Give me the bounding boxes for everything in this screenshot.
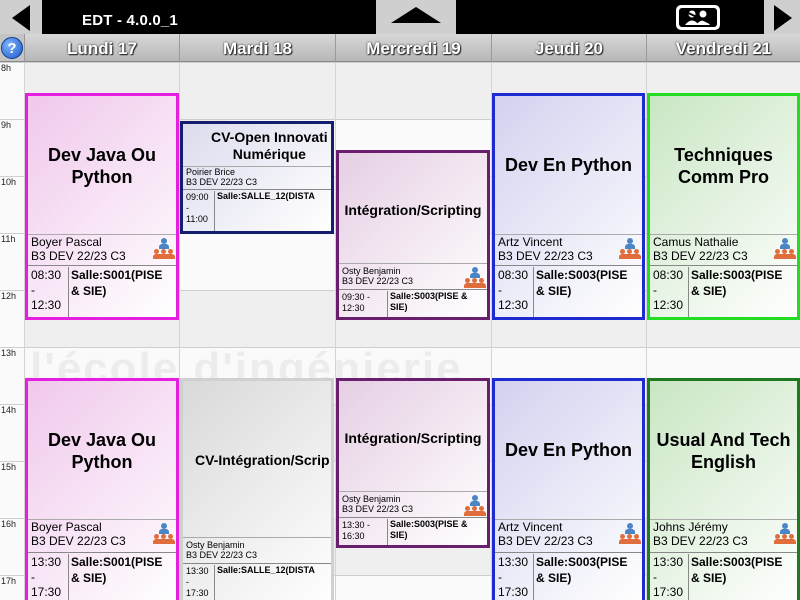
event-slot: 08:30 - 12:30 Salle:S001(PISE & SIE)	[28, 265, 176, 317]
event-room: Salle:S003(PISE & SIE)	[533, 554, 642, 600]
event-room: Salle:S003(PISE & SIE)	[533, 267, 642, 317]
day-header-monday[interactable]: Lundi 17	[24, 34, 179, 61]
event-time: 08:30 - 12:30	[498, 268, 529, 312]
top-toolbar: EDT - 4.0.0_1	[0, 0, 800, 34]
event-time: 09:30 - 12:30	[342, 292, 371, 313]
event-title: CV-Open Innovati Numérique	[183, 129, 331, 163]
hour-label: 16h	[1, 519, 17, 529]
day-header-thursday[interactable]: Jeudi 20	[491, 34, 646, 61]
hour-label: 17h	[1, 576, 17, 586]
event-title: Dev En Python	[504, 155, 633, 175]
event-time: 09:00 - 11:00	[186, 192, 209, 224]
event-card[interactable]: Intégration/Scripting Osty Benjamin B3 D…	[336, 378, 490, 548]
hour-label: 9h	[1, 120, 12, 130]
group-people-icon	[153, 523, 175, 545]
event-card[interactable]: Dev En Python Artz Vincent B3 DEV 22/23 …	[492, 378, 645, 600]
event-room: Salle:SALLE_12(DISTA	[214, 191, 331, 231]
event-card[interactable]: Techniques Comm Pro Camus Nathalie B3 DE…	[647, 93, 800, 320]
group-people-icon	[619, 238, 641, 260]
event-card[interactable]: Usual And Tech English Johns Jérémy B3 D…	[647, 378, 800, 600]
event-title: CV-Intégration/Scrip	[195, 452, 330, 468]
event-slot: 09:30 - 12:30 Salle:S003(PISE & SIE)	[339, 289, 487, 317]
timetable-app: EDT - 4.0.0_1 ? Lundi 17 Mardi 18 Mercre…	[0, 0, 800, 600]
event-time: 08:30 - 12:30	[653, 268, 684, 312]
event-time: 13:30 - 17:30	[653, 555, 684, 599]
day-header: ? Lundi 17 Mardi 18 Mercredi 19 Jeudi 20…	[0, 34, 800, 62]
event-title: Dev En Python	[504, 440, 633, 460]
help-button[interactable]: ?	[1, 37, 23, 59]
event-time: 13:30 - 17:30	[498, 555, 529, 599]
collapse-button[interactable]	[376, 0, 456, 34]
event-title: Dev Java Ou Python	[47, 430, 157, 472]
group-people-icon	[464, 267, 486, 289]
event-time: 13:30 - 16:30	[342, 520, 371, 541]
group-people-icon	[774, 238, 796, 260]
previous-week-button[interactable]	[0, 0, 42, 34]
hour-label: 11h	[1, 234, 16, 244]
event-room: Salle:S001(PISE & SIE)	[68, 267, 176, 317]
event-teacher: Osty Benjamin	[186, 540, 245, 550]
event-card[interactable]: CV-Open Innovati Numérique Poirier Brice…	[180, 121, 334, 234]
event-card[interactable]: Dev Java Ou Python Boyer Pascal B3 DEV 2…	[25, 93, 179, 320]
day-header-friday[interactable]: Vendredi 21	[646, 34, 800, 61]
event-time: 13:30 - 17:30	[31, 555, 62, 599]
hour-label: 8h	[1, 63, 12, 73]
event-title: Usual And Tech English	[656, 430, 791, 472]
event-card[interactable]: CV-Intégration/Scrip Osty Benjamin B3 DE…	[180, 378, 334, 600]
event-group: B3 DEV 22/23 C3	[186, 550, 258, 560]
event-slot: 08:30 - 12:30 Salle:S003(PISE & SIE)	[495, 265, 642, 317]
event-room: Salle:S001(PISE & SIE)	[68, 554, 176, 600]
event-card[interactable]: Dev En Python Artz Vincent B3 DEV 22/23 …	[492, 93, 645, 320]
event-title: Techniques Comm Pro	[674, 145, 773, 187]
hour-label: 13h	[1, 348, 17, 358]
event-slot: 13:30 - 17:30 Salle:SALLE_12(DISTA	[183, 563, 331, 600]
hour-line	[0, 62, 800, 63]
hour-line	[0, 347, 800, 348]
event-room: Salle:S003(PISE & SIE)	[387, 291, 487, 317]
event-info: Poirier Brice B3 DEV 22/23 C3	[183, 166, 331, 190]
next-week-button[interactable]	[764, 0, 800, 34]
event-room: Salle:S003(PISE & SIE)	[688, 554, 797, 600]
hour-label: 15h	[1, 462, 17, 472]
event-slot: 09:00 - 11:00 Salle:SALLE_12(DISTA	[183, 189, 331, 231]
group-people-icon	[464, 495, 486, 517]
event-card[interactable]: Intégration/Scripting Osty Benjamin B3 D…	[336, 150, 490, 320]
group-people-icon	[153, 238, 175, 260]
day-header-wednesday[interactable]: Mercredi 19	[335, 34, 491, 61]
event-title: Dev Java Ou Python	[47, 145, 157, 187]
event-slot: 13:30 - 17:30 Salle:S003(PISE & SIE)	[650, 552, 797, 600]
event-slot: 13:30 - 16:30 Salle:S003(PISE & SIE)	[339, 517, 487, 545]
group-people-icon	[679, 8, 717, 27]
event-title-text: CV-Open Innovati Numérique	[211, 129, 328, 162]
event-title: Intégration/Scripting	[344, 430, 482, 446]
day-header-tuesday[interactable]: Mardi 18	[179, 34, 335, 61]
event-slot: 13:30 - 17:30 Salle:S003(PISE & SIE)	[495, 552, 642, 600]
event-time: 13:30 - 17:30	[186, 566, 209, 598]
hour-label: 14h	[1, 405, 17, 415]
event-room: Salle:S003(PISE & SIE)	[387, 519, 487, 545]
triangle-up-icon	[391, 7, 441, 23]
group-view-button[interactable]	[676, 5, 720, 30]
event-info: Osty Benjamin B3 DEV 22/23 C3	[183, 537, 331, 561]
triangle-right-icon	[774, 5, 792, 31]
event-slot: 13:30 - 17:30 Salle:S001(PISE & SIE)	[28, 552, 176, 600]
app-title: EDT - 4.0.0_1	[82, 12, 178, 29]
hour-label: 10h	[1, 177, 17, 187]
event-slot: 08:30 - 12:30 Salle:S003(PISE & SIE)	[650, 265, 797, 317]
event-title: Intégration/Scripting	[344, 202, 482, 218]
event-room: Salle:S003(PISE & SIE)	[688, 267, 797, 317]
timetable-grid: l'école d'ingénierie 8h 9h 10h 11h 12h 1…	[0, 62, 800, 600]
event-teacher: Poirier Brice	[186, 167, 236, 177]
group-people-icon	[619, 523, 641, 545]
hour-label: 12h	[1, 291, 17, 301]
event-room: Salle:SALLE_12(DISTA	[214, 565, 331, 600]
event-time: 08:30 - 12:30	[31, 268, 62, 312]
event-card[interactable]: Dev Java Ou Python Boyer Pascal B3 DEV 2…	[25, 378, 179, 600]
triangle-left-icon	[12, 5, 30, 31]
group-people-icon	[774, 523, 796, 545]
event-group: B3 DEV 22/23 C3	[186, 177, 258, 187]
